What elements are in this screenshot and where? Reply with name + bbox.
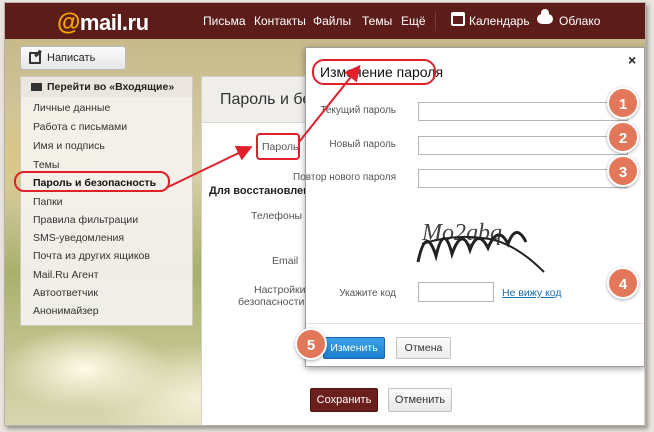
captcha-code-field[interactable] [418, 282, 494, 302]
nav-calendar[interactable]: Календарь [469, 14, 530, 28]
save-button[interactable]: Сохранить [310, 388, 378, 412]
repeat-password-field[interactable] [418, 169, 628, 188]
sidebar-item-autoreply[interactable]: Автоответчик [33, 287, 98, 299]
sidebar-item-themes[interactable]: Темы [33, 159, 59, 171]
nav-more[interactable]: Ещё [401, 14, 426, 28]
step-badge-3: 3 [607, 155, 639, 187]
sidebar-item-folders[interactable]: Папки [33, 196, 63, 208]
change-password-dialog: Изменение пароля × Текущий пароль Новый … [293, 47, 645, 367]
nav-letters[interactable]: Письма [203, 14, 246, 28]
step-badge-1: 1 [607, 87, 639, 119]
sidebar-item-name-signature[interactable]: Имя и подпись [33, 140, 105, 152]
go-to-inbox-label: Перейти во «Входящие» [47, 81, 175, 93]
cancel-settings-button[interactable]: Отменить [388, 388, 452, 412]
cant-see-code-link[interactable]: Не вижу код [502, 287, 562, 299]
recovery-section-title: Для восстановлен [209, 185, 310, 197]
new-password-label: Новый пароль [329, 139, 396, 150]
step-badge-5: 5 [295, 328, 327, 360]
captcha-text: Mo2gbq [421, 220, 502, 246]
sidebar-item-sms[interactable]: SMS-уведомления [33, 232, 124, 244]
write-letter-button[interactable]: Написать письмо [20, 46, 126, 86]
dialog-title-highlight [312, 59, 436, 85]
nav-files[interactable]: Файлы [313, 14, 351, 28]
security-settings-label-line1: Настройки [254, 284, 306, 296]
phones-label: Телефоны [251, 210, 303, 222]
sidebar-item-other-mailboxes[interactable]: Почта из других ящиков [33, 250, 150, 262]
top-navigation-bar: @mail.ru Письма Контакты Файлы Темы Ещё … [5, 3, 645, 39]
cancel-button[interactable]: Отмена [396, 337, 451, 359]
security-settings-label-line2: безопасности [238, 296, 305, 308]
nav-divider [435, 11, 436, 31]
browser-window: @mail.ru Письма Контакты Файлы Темы Ещё … [4, 2, 646, 426]
code-label: Укажите код [339, 288, 396, 299]
new-password-field[interactable] [418, 136, 628, 155]
captcha-image: Mo2gbq [416, 220, 545, 273]
close-icon[interactable]: × [628, 52, 636, 68]
mailru-logo[interactable]: @mail.ru [57, 9, 149, 37]
email-label: Email [272, 255, 299, 267]
nav-cloud[interactable]: Облако [559, 14, 600, 28]
repeat-password-label: Повтор нового пароля [293, 172, 396, 183]
step-badge-2: 2 [607, 121, 639, 153]
active-item-highlight [14, 171, 170, 192]
go-to-inbox-link[interactable]: Перейти во «Входящие» [21, 77, 192, 97]
page-title: Пароль и без [220, 91, 319, 108]
nav-themes[interactable]: Темы [362, 14, 392, 28]
calendar-icon[interactable] [451, 12, 465, 26]
nav-contacts[interactable]: Контакты [254, 14, 306, 28]
step-badge-4: 4 [607, 267, 639, 299]
current-password-label: Текущий пароль [320, 105, 396, 116]
current-password-field[interactable] [418, 102, 628, 121]
password-label-highlight [256, 133, 300, 160]
change-password-button[interactable]: Изменить [323, 337, 385, 359]
settings-sidebar: Перейти во «Входящие» Личные данные Рабо… [20, 76, 193, 326]
envelope-icon [31, 83, 42, 91]
cloud-icon[interactable] [537, 9, 553, 24]
sidebar-item-personal-data[interactable]: Личные данные [33, 102, 110, 114]
sidebar-item-agent[interactable]: Mail.Ru Агент [33, 269, 99, 281]
pencil-icon [29, 52, 41, 64]
sidebar-item-anonymizer[interactable]: Анонимайзер [33, 305, 99, 317]
sidebar-item-mail-handling[interactable]: Работа с письмами [33, 121, 127, 133]
sidebar-item-filter-rules[interactable]: Правила фильтрации [33, 214, 138, 226]
